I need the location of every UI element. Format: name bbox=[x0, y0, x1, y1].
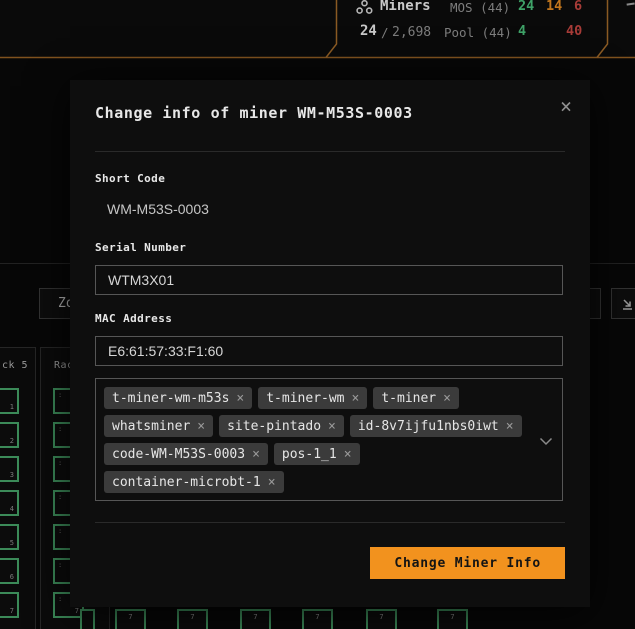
cell-number: 7 bbox=[315, 613, 320, 621]
cell-detail-mark: : bbox=[58, 561, 63, 569]
tag-label: t-miner-wm-m53s bbox=[112, 390, 230, 406]
tag-label: code-WM-M53S-0003 bbox=[112, 446, 246, 462]
cell-number: 2 bbox=[9, 437, 14, 445]
tag-remove-icon[interactable]: × bbox=[328, 419, 336, 434]
tag-chip[interactable]: pos-1_1 × bbox=[273, 443, 360, 465]
rack-cell[interactable]: 7 bbox=[177, 609, 208, 629]
pool-ok-count: 4 bbox=[518, 23, 527, 39]
short-code-label: Short Code bbox=[95, 172, 166, 185]
pool-group-label: Pool (44) bbox=[444, 25, 512, 40]
tag-chip[interactable]: whatsminer × bbox=[104, 415, 214, 437]
tag-remove-icon[interactable]: × bbox=[344, 447, 352, 462]
tag-chip[interactable]: site-pintado × bbox=[219, 415, 344, 437]
cell-number: 3 bbox=[9, 471, 14, 479]
cell-detail-mark: : bbox=[58, 595, 63, 603]
tag-chip[interactable]: code-WM-M53S-0003 × bbox=[104, 443, 268, 465]
tag-label: id-8v7ijfu1nbs0iwt bbox=[357, 418, 499, 434]
cell-number: 7 bbox=[9, 607, 14, 615]
tag-chip[interactable]: container-microbt-1 × bbox=[104, 471, 284, 493]
tag-chip[interactable]: id-8v7ijfu1nbs0iwt × bbox=[349, 415, 522, 437]
panel-outline-decoration bbox=[0, 0, 635, 59]
tag-chip[interactable]: t-miner-wm-m53s × bbox=[104, 387, 253, 409]
rack-cell[interactable]: 7 bbox=[437, 609, 468, 629]
miners-error-count: 6 bbox=[574, 0, 583, 14]
miners-cluster-icon bbox=[356, 0, 373, 19]
tag-label: t-miner bbox=[381, 390, 437, 406]
miners-group-label: MOS (44) bbox=[450, 0, 511, 15]
modal-header-divider bbox=[95, 151, 565, 152]
cell-number: 6 bbox=[9, 573, 14, 581]
tag-label: t-miner-wm bbox=[266, 390, 345, 406]
tag-label: site-pintado bbox=[227, 418, 322, 434]
pool-current-count: 24 bbox=[360, 23, 377, 39]
cell-number: 7 bbox=[74, 607, 79, 615]
cell-number: 5 bbox=[9, 539, 14, 547]
cell-number: 7 bbox=[253, 613, 258, 621]
tag-chip[interactable]: t-miner × bbox=[373, 387, 459, 409]
miners-warn-count: 14 bbox=[546, 0, 563, 14]
top-stats-bar: Miners MOS (44) 24 14 6 24 / 2,698 Pool … bbox=[0, 0, 635, 59]
pool-error-count: 40 bbox=[566, 23, 583, 39]
close-icon[interactable]: × bbox=[560, 96, 572, 116]
rack-cell[interactable]: 2 bbox=[0, 422, 19, 448]
cell-number: 4 bbox=[9, 505, 14, 513]
rack-cell[interactable]: 7 bbox=[240, 609, 271, 629]
cropped-edge-icon bbox=[626, 2, 635, 11]
tag-remove-icon[interactable]: × bbox=[268, 475, 276, 490]
tag-remove-icon[interactable]: × bbox=[506, 419, 514, 434]
cell-number: 1 bbox=[9, 403, 14, 411]
cell-detail-mark: : bbox=[58, 459, 63, 467]
rack-left-title: ck 5 bbox=[2, 360, 29, 371]
mac-address-label: MAC Address bbox=[95, 312, 173, 325]
tag-remove-icon[interactable]: × bbox=[236, 391, 244, 406]
tag-remove-icon[interactable]: × bbox=[443, 391, 451, 406]
tag-remove-icon[interactable]: × bbox=[352, 391, 360, 406]
pool-total-count: 2,698 bbox=[392, 25, 432, 40]
rack-left-cell-column: 1 2 3 4 5 6 7 bbox=[0, 388, 19, 629]
rack-cell[interactable]: 5 bbox=[0, 524, 19, 550]
rack-cell[interactable]: 7 bbox=[366, 609, 397, 629]
rack-cell[interactable]: 7 bbox=[115, 609, 146, 629]
change-miner-info-button[interactable]: Change Miner Info bbox=[370, 547, 565, 579]
rack-cell[interactable]: 4 bbox=[0, 490, 19, 516]
tag-remove-icon[interactable]: × bbox=[252, 447, 260, 462]
cell-detail-mark: : bbox=[58, 425, 63, 433]
export-icon bbox=[623, 299, 632, 310]
rack-cell[interactable]: 3 bbox=[0, 456, 19, 482]
serial-number-input[interactable] bbox=[95, 265, 563, 295]
tag-remove-icon[interactable]: × bbox=[197, 419, 205, 434]
cell-number: 7 bbox=[379, 613, 384, 621]
rack-cell[interactable]: 6 bbox=[0, 558, 19, 584]
cell-detail-mark: : bbox=[58, 527, 63, 535]
tag-chip[interactable]: t-miner-wm × bbox=[258, 387, 368, 409]
cell-detail-mark: : bbox=[58, 391, 63, 399]
tags-multiselect[interactable]: t-miner-wm-m53s × t-miner-wm × t-miner × whats… bbox=[95, 378, 563, 501]
mac-address-input[interactable] bbox=[95, 336, 563, 366]
change-miner-info-modal: Change info of miner WM-M53S-0003 × Shor… bbox=[70, 80, 590, 607]
miners-ok-count: 24 bbox=[518, 0, 535, 14]
chevron-down-icon[interactable] bbox=[539, 431, 553, 450]
cell-detail-mark: : bbox=[58, 493, 63, 501]
miners-label[interactable]: Miners bbox=[380, 0, 431, 14]
tag-label: pos-1_1 bbox=[281, 446, 337, 462]
cell-number: 7 bbox=[450, 613, 455, 621]
rack-cell[interactable]: 7 bbox=[302, 609, 333, 629]
tag-label: whatsminer bbox=[112, 418, 191, 434]
cell-number: 7 bbox=[190, 613, 195, 621]
pool-count-separator: / bbox=[381, 25, 389, 40]
tag-label: container-microbt-1 bbox=[112, 474, 261, 490]
cell-number: 7 bbox=[128, 613, 133, 621]
app-screen: Miners MOS (44) 24 14 6 24 / 2,698 Pool … bbox=[0, 0, 635, 629]
rack-cell[interactable]: 1 bbox=[0, 388, 19, 414]
serial-number-label: Serial Number bbox=[95, 241, 187, 254]
rack-cell-partial[interactable] bbox=[80, 609, 95, 629]
export-button[interactable] bbox=[611, 288, 635, 319]
short-code-value: WM-M53S-0003 bbox=[107, 201, 209, 217]
rack-cell[interactable]: 7 bbox=[0, 592, 19, 618]
modal-title: Change info of miner WM-M53S-0003 bbox=[95, 104, 413, 122]
modal-footer-divider bbox=[95, 522, 565, 523]
